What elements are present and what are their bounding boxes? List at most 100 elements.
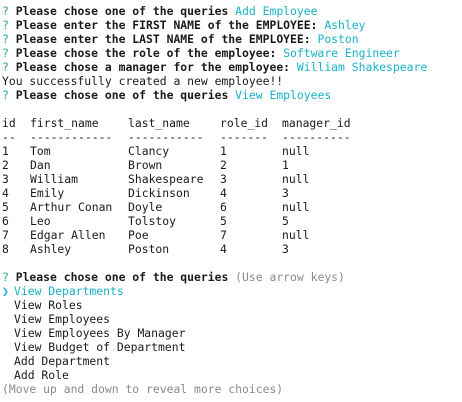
answer-text: Add Employee (235, 4, 318, 18)
table-row: 6 Leo Tolstoy 5 5 (2, 214, 462, 228)
table-cell: Arthur Conan (30, 200, 113, 214)
choice-label: View Roles (14, 298, 83, 312)
answer-text: William Shakespeare (296, 60, 428, 74)
history-line: ? Please enter the FIRST NAME of the EMP… (2, 18, 462, 32)
choice-item[interactable]: View Budget of Department (2, 340, 462, 354)
table-cell: null (282, 228, 310, 242)
question-mark-icon: ? (2, 4, 9, 18)
prompt-text: Please chose one of the queries (15, 88, 229, 102)
column-header: role_id (220, 116, 269, 130)
hint-text: (Use arrow keys) (235, 270, 345, 284)
table-cell: Clancy (128, 144, 170, 158)
table-cell: null (282, 200, 310, 214)
prompt-text: Please chose the role of the employee: (15, 46, 277, 60)
table-cell: null (282, 144, 310, 158)
choice-item[interactable]: Add Role (2, 368, 462, 382)
table-body: 1 Tom Clancy 1 null 2 Dan Brown 2 1 3 William Shakes… (2, 144, 462, 256)
table-cell: Poe (128, 228, 149, 242)
active-prompt-line: ? Please chose one of the queries (Use a… (2, 270, 462, 284)
table-cell: 2 (220, 158, 227, 172)
table-cell: Leo (30, 214, 51, 228)
table-cell: 6 (220, 200, 227, 214)
table-cell: Dan (30, 158, 51, 172)
table-cell: 3 (2, 172, 9, 186)
choice-item[interactable]: View Employees (2, 312, 462, 326)
separator: -- (2, 130, 16, 144)
table-row: 4 Emily Dickinson 4 3 (2, 186, 462, 200)
table-cell: 4 (2, 186, 9, 200)
choice-item[interactable]: View Roles (2, 298, 462, 312)
table-cell: 2 (2, 158, 9, 172)
table-cell: 5 (282, 214, 289, 228)
choice-label: View Employees By Manager (14, 326, 186, 340)
choice-label: View Budget of Department (14, 340, 186, 354)
table-row: 7 Edgar Allen Poe 7 null (2, 228, 462, 242)
choice-label: Add Department (14, 354, 111, 368)
column-header: manager_id (282, 116, 351, 130)
prompt-text: Please enter the LAST NAME of the EMPLOY… (15, 32, 311, 46)
table-cell: 5 (220, 214, 227, 228)
table-header: id first_name last_name role_id manager_… (2, 116, 462, 130)
column-header: last_name (128, 116, 190, 130)
choice-label: View Employees (14, 312, 111, 326)
answer-text: Ashley (324, 18, 366, 32)
table-cell: 4 (220, 242, 227, 256)
table-cell: 6 (2, 214, 9, 228)
choice-item[interactable]: ❯ View Departments (2, 284, 462, 298)
success-message: You successfully created a new employee!… (2, 74, 284, 88)
column-header: first_name (30, 116, 99, 130)
answer-text: Software Engineer (283, 46, 400, 60)
choice-label: Add Role (14, 368, 69, 382)
table-row: 5 Arthur Conan Doyle 6 null (2, 200, 462, 214)
table-cell: Ashley (30, 242, 72, 256)
table-cell: Doyle (128, 200, 163, 214)
table-cell: 7 (220, 228, 227, 242)
table-row: 1 Tom Clancy 1 null (2, 144, 462, 158)
employee-table: id first_name last_name role_id manager_… (2, 116, 462, 256)
table-cell: 1 (220, 144, 227, 158)
table-cell: Shakespeare (128, 172, 204, 186)
table-row: 3 William Shakespeare 3 null (2, 172, 462, 186)
table-cell: 5 (2, 200, 9, 214)
history-line: ? Please chose a manager for the employe… (2, 60, 462, 74)
prompt-text: Please chose one of the queries (15, 270, 229, 284)
column-header: id (2, 116, 16, 130)
prompt-text: Please chose a manager for the employee: (15, 60, 291, 74)
table-cell: William (30, 172, 79, 186)
choice-item[interactable]: Add Department (2, 354, 462, 368)
history-line: ? Please chose one of the queries View E… (2, 88, 462, 102)
question-mark-icon: ? (2, 18, 9, 32)
table-cell: Emily (30, 186, 65, 200)
footer-hint: (Move up and down to reveal more choices… (2, 382, 284, 396)
question-mark-icon: ? (2, 88, 9, 102)
separator: ---------- (282, 130, 351, 144)
separator: ------- (220, 130, 269, 144)
separator: ------------ (30, 130, 113, 144)
prompt-text: Please enter the FIRST NAME of the EMPLO… (15, 18, 318, 32)
choice-label: View Departments (14, 284, 124, 298)
table-cell: 3 (282, 186, 289, 200)
separator: ----------- (128, 130, 204, 144)
table-cell: 1 (2, 144, 9, 158)
table-cell: 8 (2, 242, 9, 256)
table-cell: Dickinson (128, 186, 190, 200)
table-cell: Tom (30, 144, 51, 158)
table-cell: 1 (282, 158, 289, 172)
table-cell: null (282, 172, 310, 186)
history-line: ? Please chose one of the queries Add Em… (2, 4, 462, 18)
table-cell: 7 (2, 228, 9, 242)
history-line: ? Please chose the role of the employee:… (2, 46, 462, 60)
table-cell: 3 (282, 242, 289, 256)
table-row: 8 Ashley Poston 4 3 (2, 242, 462, 256)
table-row: 2 Dan Brown 2 1 (2, 158, 462, 172)
choice-item[interactable]: View Employees By Manager (2, 326, 462, 340)
table-cell: Brown (128, 158, 163, 172)
table-cell: Edgar Allen (30, 228, 106, 242)
table-separator: -- ------------ ----------- ------- ----… (2, 130, 462, 144)
terminal: ? Please chose one of the queries Add Em… (0, 0, 462, 396)
choice-list[interactable]: ❯ View Departments View Roles View Employee… (2, 284, 462, 382)
answer-text: View Employees (235, 88, 332, 102)
history-line: ? Please enter the LAST NAME of the EMPL… (2, 32, 462, 46)
answer-text: Poston (317, 32, 359, 46)
